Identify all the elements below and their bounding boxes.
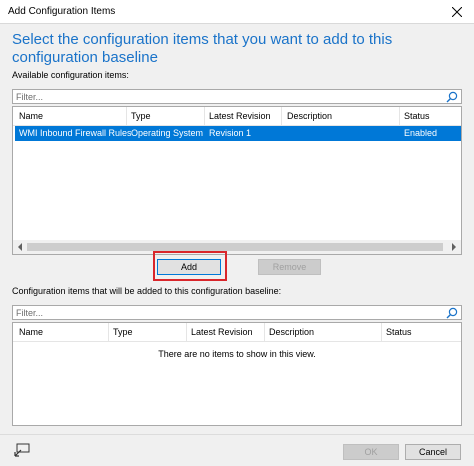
cell-type: Operating System — [131, 128, 204, 138]
selected-items-list[interactable]: Name Type Latest Revision Description St… — [12, 322, 462, 426]
dialog-footer: OK Cancel — [0, 434, 474, 466]
list-header: Name Type Latest Revision Description St… — [13, 107, 461, 126]
page-heading: Select the configuration items that you … — [12, 31, 393, 66]
column-header-type[interactable]: Type — [131, 111, 151, 121]
column-header-name[interactable]: Name — [19, 327, 43, 337]
selected-items-label: Configuration items that will be added t… — [12, 286, 282, 296]
scroll-left-icon[interactable] — [13, 240, 27, 254]
column-header-name[interactable]: Name — [19, 111, 43, 121]
remove-button[interactable]: Remove — [258, 259, 321, 275]
column-header-description[interactable]: Description — [269, 327, 314, 337]
column-header-type[interactable]: Type — [113, 327, 133, 337]
window-title: Add Configuration Items — [8, 6, 116, 17]
column-header-status[interactable]: Status — [404, 111, 430, 121]
horizontal-scrollbar[interactable] — [13, 240, 461, 254]
add-button-highlight — [153, 251, 227, 281]
cell-status: Enabled — [404, 128, 438, 138]
cancel-button[interactable]: Cancel — [405, 444, 461, 460]
table-row[interactable]: WMI Inbound Firewall Rules Operating Sys… — [15, 126, 461, 141]
scroll-right-icon[interactable] — [447, 240, 461, 254]
search-icon[interactable] — [446, 307, 458, 319]
cell-revision: Revision 1 — [209, 128, 252, 138]
filter-placeholder: Filter... — [16, 308, 44, 318]
search-icon[interactable] — [446, 91, 458, 103]
filter-placeholder: Filter... — [16, 92, 44, 102]
available-filter-input[interactable]: Filter... — [12, 89, 462, 104]
selected-filter-input[interactable]: Filter... — [12, 305, 462, 320]
available-items-label: Available configuration items: — [12, 70, 129, 80]
scrollbar-thumb[interactable] — [27, 243, 443, 251]
list-header: Name Type Latest Revision Description St… — [13, 323, 461, 342]
close-icon[interactable] — [440, 0, 474, 24]
cell-name: WMI Inbound Firewall Rules — [19, 128, 132, 138]
column-header-latest-revision[interactable]: Latest Revision — [209, 111, 271, 121]
title-bar: Add Configuration Items — [0, 0, 474, 24]
column-header-description[interactable]: Description — [287, 111, 332, 121]
ok-button[interactable]: OK — [343, 444, 399, 460]
column-header-latest-revision[interactable]: Latest Revision — [191, 327, 253, 337]
help-icon[interactable] — [14, 443, 30, 457]
column-header-status[interactable]: Status — [386, 327, 412, 337]
available-items-list[interactable]: Name Type Latest Revision Description St… — [12, 106, 462, 255]
empty-list-message: There are no items to show in this view. — [158, 349, 316, 359]
